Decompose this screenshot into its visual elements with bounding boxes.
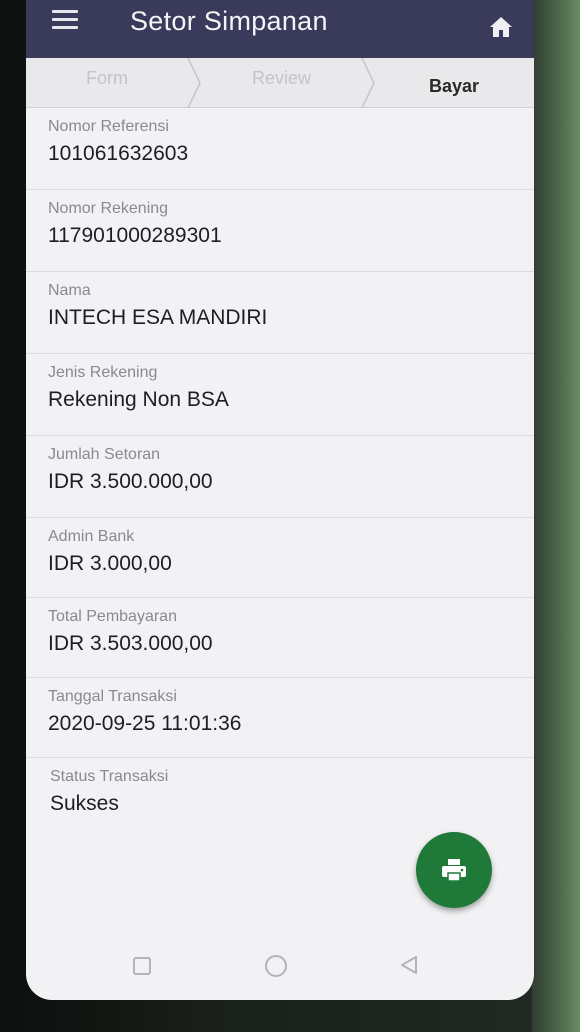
back-icon[interactable]: [398, 954, 420, 976]
phone-edge: [532, 0, 580, 1032]
step-review[interactable]: Review: [252, 68, 311, 89]
system-nav-bar: [26, 940, 534, 990]
step-form[interactable]: Form: [86, 68, 128, 89]
detail-row-reference: Nomor Referensi 101061632603: [26, 108, 534, 190]
field-value: IDR 3.000,00: [48, 552, 172, 575]
field-value: Rekening Non BSA: [48, 388, 229, 411]
app-header: Setor Simpanan: [26, 0, 534, 58]
detail-row-name: Nama INTECH ESA MANDIRI: [26, 272, 534, 354]
field-value: 2020-09-25 11:01:36: [48, 712, 242, 735]
page-title: Setor Simpanan: [130, 6, 328, 36]
field-value: 101061632603: [48, 142, 189, 165]
field-label: Status Transaksi: [50, 768, 169, 785]
field-label: Jenis Rekening: [48, 364, 158, 381]
detail-row-account-type: Jenis Rekening Rekening Non BSA: [26, 354, 534, 436]
field-value: 117901000289301: [48, 224, 222, 247]
print-button[interactable]: [416, 832, 492, 908]
field-label: Tanggal Transaksi: [48, 688, 177, 705]
field-value: IDR 3.503.000,00: [48, 632, 213, 655]
stepper: Form Review Bayar: [26, 58, 534, 108]
field-label: Total Pembayaran: [48, 608, 177, 625]
field-label: Jumlah Setoran: [48, 446, 161, 463]
print-icon: [442, 859, 466, 882]
detail-row-deposit-amount: Jumlah Setoran IDR 3.500.000,00: [26, 436, 534, 518]
transaction-details: Nomor Referensi 101061632603 Nomor Reken…: [26, 108, 534, 840]
detail-row-admin-fee: Admin Bank IDR 3.000,00: [26, 518, 534, 598]
field-value: INTECH ESA MANDIRI: [48, 306, 268, 329]
detail-row-transaction-status: Status Transaksi Sukses: [26, 758, 534, 840]
detail-row-account-number: Nomor Rekening 117901000289301: [26, 190, 534, 272]
menu-icon[interactable]: [52, 10, 78, 32]
field-label: Nama: [48, 282, 91, 299]
field-label: Nomor Referensi: [48, 118, 169, 135]
field-value: Sukses: [50, 792, 119, 815]
detail-row-transaction-date: Tanggal Transaksi 2020-09-25 11:01:36: [26, 678, 534, 758]
field-label: Nomor Rekening: [48, 200, 169, 217]
field-label: Admin Bank: [48, 528, 135, 545]
field-value: IDR 3.500.000,00: [48, 470, 213, 493]
step-divider-icon: [187, 58, 201, 108]
step-bayar[interactable]: Bayar: [429, 76, 479, 97]
step-divider-icon: [361, 58, 375, 108]
detail-row-total-payment: Total Pembayaran IDR 3.503.000,00: [26, 598, 534, 678]
app-screen: Setor Simpanan Form Review Bayar Nomor R…: [26, 0, 534, 1000]
home-icon[interactable]: [488, 14, 514, 40]
recents-icon[interactable]: [132, 956, 152, 976]
home-nav-icon[interactable]: [264, 954, 288, 978]
